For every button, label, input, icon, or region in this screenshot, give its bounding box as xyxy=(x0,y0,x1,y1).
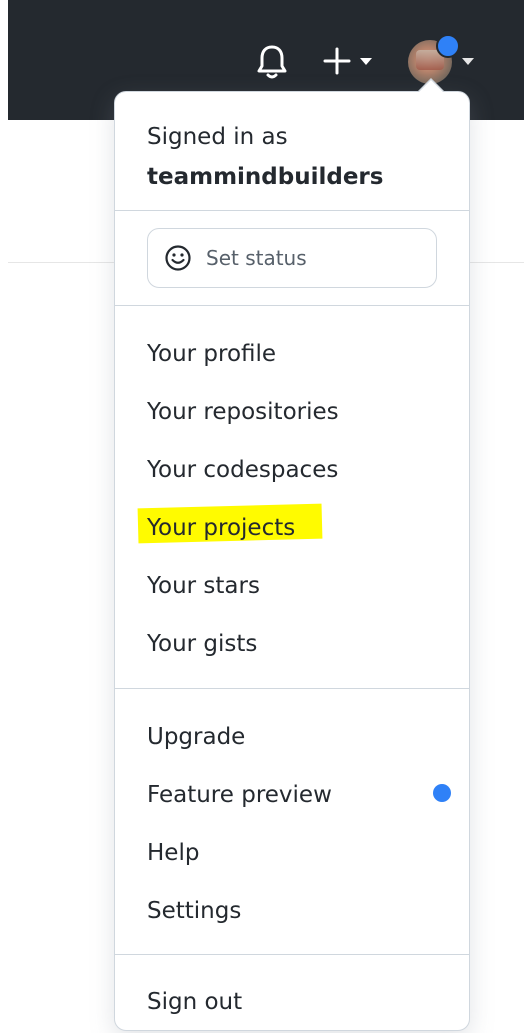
menu-item-sign-out[interactable]: Sign out xyxy=(147,983,242,1021)
menu-divider xyxy=(115,688,469,689)
feature-preview-dot xyxy=(433,784,451,802)
menu-item-your-profile[interactable]: Your profile xyxy=(147,335,276,373)
caret-down-icon[interactable] xyxy=(460,54,476,68)
caret-down-icon[interactable] xyxy=(358,54,374,68)
menu-divider xyxy=(115,210,469,211)
username: teammindbuilders xyxy=(147,164,384,190)
menu-divider xyxy=(115,305,469,306)
notification-dot xyxy=(436,34,460,58)
bell-icon[interactable] xyxy=(255,43,289,81)
menu-item-settings[interactable]: Settings xyxy=(147,892,241,930)
smiley-icon xyxy=(165,245,191,271)
page: Signed in as teammindbuilders Set status… xyxy=(0,0,524,1033)
signed-in-header: Signed in as teammindbuilders xyxy=(147,117,383,197)
menu-item-help[interactable]: Help xyxy=(147,834,199,872)
set-status-label: Set status xyxy=(206,246,307,270)
signed-in-label: Signed in as xyxy=(147,124,288,150)
user-dropdown-menu: Signed in as teammindbuilders Set status… xyxy=(114,78,470,1031)
plus-icon[interactable] xyxy=(322,46,352,76)
menu-item-your-repositories[interactable]: Your repositories xyxy=(147,393,339,431)
menu-item-your-projects[interactable]: Your projects xyxy=(147,509,295,547)
menu-pointer xyxy=(419,80,443,92)
menu-item-feature-preview[interactable]: Feature preview xyxy=(147,776,332,814)
menu-divider xyxy=(115,954,469,955)
menu-item-your-gists[interactable]: Your gists xyxy=(147,625,257,663)
set-status-button[interactable]: Set status xyxy=(147,228,437,288)
menu-item-upgrade[interactable]: Upgrade xyxy=(147,718,245,756)
menu-item-your-stars[interactable]: Your stars xyxy=(147,567,260,605)
menu-item-your-codespaces[interactable]: Your codespaces xyxy=(147,451,338,489)
